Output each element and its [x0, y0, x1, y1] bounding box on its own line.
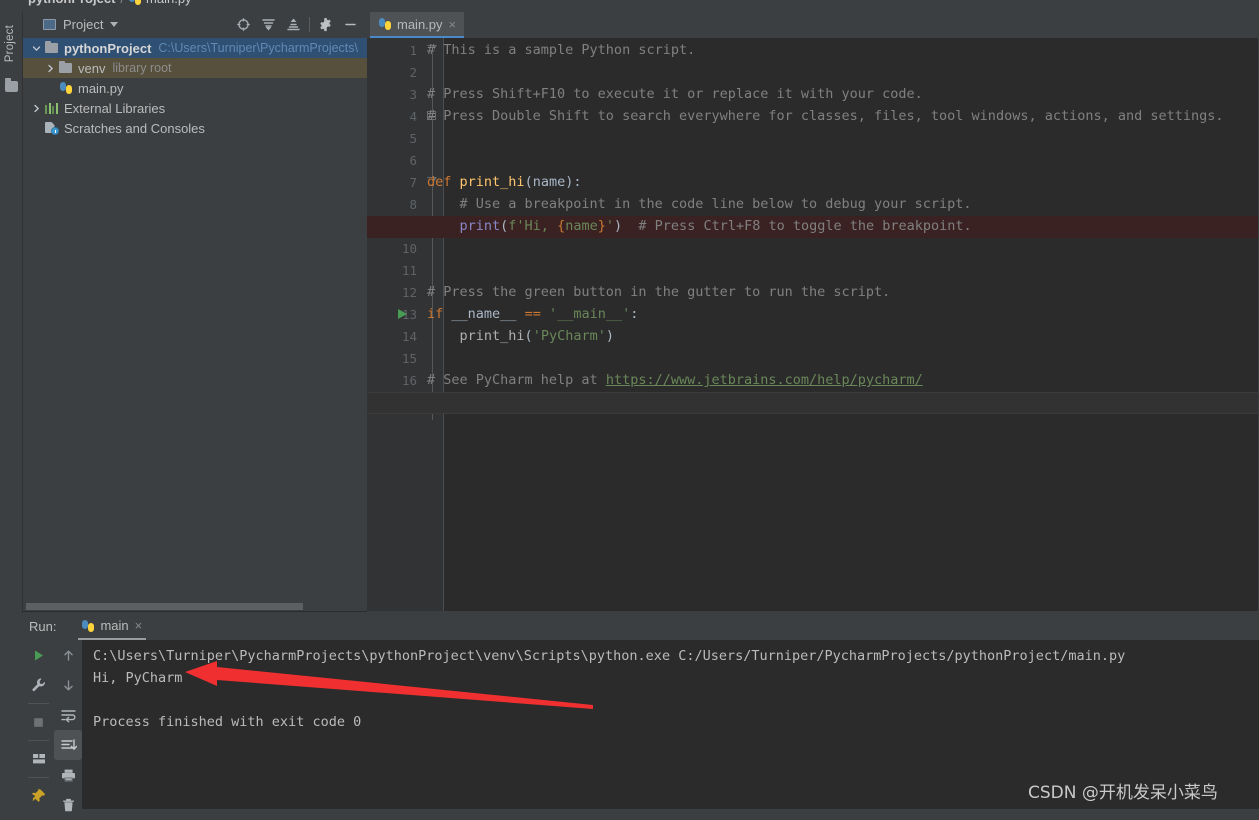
code-line[interactable]: # Press Double Shift to search everywher… — [367, 106, 1259, 128]
toolbar-divider — [309, 17, 310, 32]
run-panel-header: Run: main × — [23, 613, 1259, 640]
folder-icon — [57, 60, 74, 73]
print-button[interactable] — [54, 760, 82, 790]
breadcrumb-file[interactable]: main.py — [146, 0, 192, 6]
run-panel-label: Run: — [29, 619, 57, 634]
breadcrumb: pythonProject / main.py — [0, 0, 1259, 11]
code-line[interactable]: print(f'Hi, {name}') # Press Ctrl+F8 to … — [367, 216, 1259, 238]
console-line: Hi, PyCharm — [93, 670, 183, 686]
scratches-icon — [43, 122, 60, 135]
project-panel-title: Project — [63, 17, 104, 32]
code-line[interactable] — [367, 348, 1259, 370]
tab-label: main.py — [397, 16, 443, 32]
code-line[interactable] — [367, 238, 1259, 260]
scroll-to-end-button[interactable] — [54, 730, 82, 760]
project-tool-window: Project pythonProject C:\Users\Turniper\… — [23, 11, 367, 611]
chevron-down-icon[interactable] — [110, 22, 119, 27]
code-line[interactable]: # Press the green button in the gutter t… — [367, 282, 1259, 304]
chevron-right-icon[interactable] — [43, 64, 57, 73]
code-line[interactable] — [367, 62, 1259, 84]
code-line[interactable]: if __name__ == '__main__': — [367, 304, 1259, 326]
debug-settings-button[interactable] — [23, 670, 54, 700]
console-line: Process finished with exit code 0 — [93, 714, 362, 730]
minimize-icon[interactable] — [338, 12, 363, 37]
tree-item-path: C:\Users\Turniper\PycharmProjects\ — [158, 41, 358, 55]
tree-item-scratches-and-consoles[interactable]: Scratches and Consoles — [23, 118, 367, 138]
tree-item-label: Scratches and Consoles — [64, 120, 205, 136]
up-arrow-button[interactable] — [54, 640, 82, 670]
python-file-icon — [379, 18, 391, 30]
tree-item-label: pythonProject — [64, 40, 152, 56]
sidebar-tab-project[interactable]: Project — [4, 25, 16, 62]
run-toolbar-primary — [23, 640, 54, 809]
code-line[interactable]: def print_hi(name): — [367, 172, 1259, 194]
editor-body[interactable]: 1234567891011121314151617 # This is a sa… — [367, 38, 1259, 611]
tree-item-label: External Libraries — [64, 100, 166, 116]
watermark: CSDN @开机发呆小菜鸟 — [1028, 783, 1218, 803]
close-icon[interactable]: × — [449, 18, 457, 31]
close-icon[interactable]: × — [135, 619, 143, 632]
code-line[interactable]: # This is a sample Python script. — [367, 40, 1259, 62]
clear-all-button[interactable] — [54, 790, 82, 820]
project-horizontal-scrollbar[interactable] — [23, 602, 367, 611]
code-line[interactable] — [367, 128, 1259, 150]
editor-tab-bar: main.py × — [367, 11, 1259, 38]
code-line[interactable]: # See PyCharm help at https://www.jetbra… — [367, 370, 1259, 392]
toolbar-divider — [28, 740, 49, 741]
code-line[interactable] — [367, 150, 1259, 172]
python-file-icon — [57, 82, 74, 94]
tab-main-py[interactable]: main.py × — [370, 12, 465, 38]
run-tab-label: main — [100, 618, 129, 633]
tree-item-label: venv — [78, 60, 106, 76]
code-content[interactable]: # This is a sample Python script. # Press… — [367, 38, 1259, 611]
python-file-icon — [129, 0, 142, 5]
code-line[interactable] — [367, 260, 1259, 282]
layout-button[interactable] — [23, 744, 54, 774]
breadcrumb-separator: / — [120, 0, 124, 6]
run-tab-main[interactable]: main × — [78, 613, 147, 640]
console-line: C:\Users\Turniper\PycharmProjects\python… — [93, 648, 1126, 664]
tree-item-pythonproject[interactable]: pythonProject C:\Users\Turniper\PycharmP… — [23, 38, 367, 58]
panel-divider — [23, 611, 367, 612]
run-toolbar-secondary — [54, 640, 82, 811]
folder-icon[interactable] — [5, 78, 18, 92]
breadcrumb-project[interactable]: pythonProject — [28, 0, 115, 6]
select-opened-file-icon[interactable] — [231, 12, 256, 37]
tree-item-external-libraries[interactable]: External Libraries — [23, 98, 367, 118]
chevron-down-icon[interactable] — [29, 44, 43, 53]
tree-item-mainpy[interactable]: main.py — [23, 78, 367, 98]
editor-area: main.py × 1234567891011121314151617 # Th… — [367, 11, 1259, 611]
collapse-all-icon[interactable] — [281, 12, 306, 37]
tree-item-tag: library root — [112, 61, 172, 75]
gear-icon[interactable] — [313, 12, 338, 37]
soft-wrap-button[interactable] — [54, 700, 82, 730]
project-tree: pythonProject C:\Users\Turniper\PycharmP… — [23, 38, 367, 138]
tree-item-venv[interactable]: venv library root — [23, 58, 367, 78]
toolbar-divider — [28, 777, 49, 778]
pin-tab-button[interactable] — [23, 781, 54, 811]
down-arrow-button[interactable] — [54, 670, 82, 700]
chevron-right-icon[interactable] — [29, 104, 43, 113]
tree-item-label: main.py — [78, 80, 124, 96]
rerun-button[interactable] — [23, 640, 54, 670]
code-line[interactable]: # Press Shift+F10 to execute it or repla… — [367, 84, 1259, 106]
toolbar-divider — [28, 703, 49, 704]
scrollbar-thumb[interactable] — [26, 603, 303, 610]
stop-button[interactable] — [23, 707, 54, 737]
code-line[interactable]: # Use a breakpoint in the code line belo… — [367, 194, 1259, 216]
folder-icon — [43, 40, 60, 53]
python-file-icon — [82, 619, 95, 632]
code-line[interactable] — [367, 392, 1259, 414]
project-window-icon — [43, 19, 56, 30]
code-line[interactable]: print_hi('PyCharm') — [367, 326, 1259, 348]
expand-all-icon[interactable] — [256, 12, 281, 37]
project-panel-header: Project — [23, 11, 367, 38]
library-icon — [43, 102, 60, 114]
